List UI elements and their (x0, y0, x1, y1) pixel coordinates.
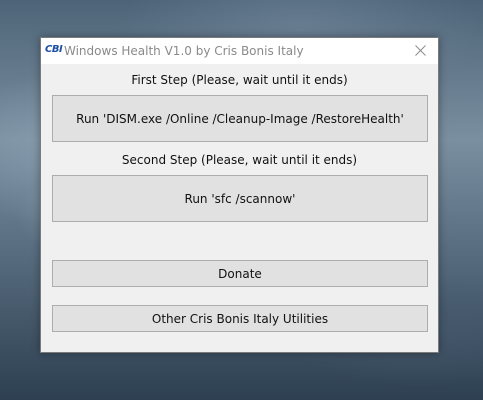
window-title: Windows Health V1.0 by Cris Bonis Italy (64, 44, 304, 58)
windows-health-dialog: CBI Windows Health V1.0 by Cris Bonis It… (40, 37, 439, 353)
close-icon (415, 45, 426, 56)
app-logo-icon: CBI (45, 44, 63, 55)
close-button[interactable] (404, 38, 438, 64)
run-sfc-button[interactable]: Run 'sfc /scannow' (52, 175, 428, 222)
donate-button[interactable]: Donate (52, 260, 428, 287)
first-step-label: First Step (Please, wait until it ends) (131, 73, 348, 87)
other-utilities-button[interactable]: Other Cris Bonis Italy Utilities (52, 305, 428, 332)
title-bar[interactable]: CBI Windows Health V1.0 by Cris Bonis It… (41, 38, 438, 64)
run-dism-button[interactable]: Run 'DISM.exe /Online /Cleanup-Image /Re… (52, 95, 428, 142)
second-step-label: Second Step (Please, wait until it ends) (121, 153, 358, 167)
